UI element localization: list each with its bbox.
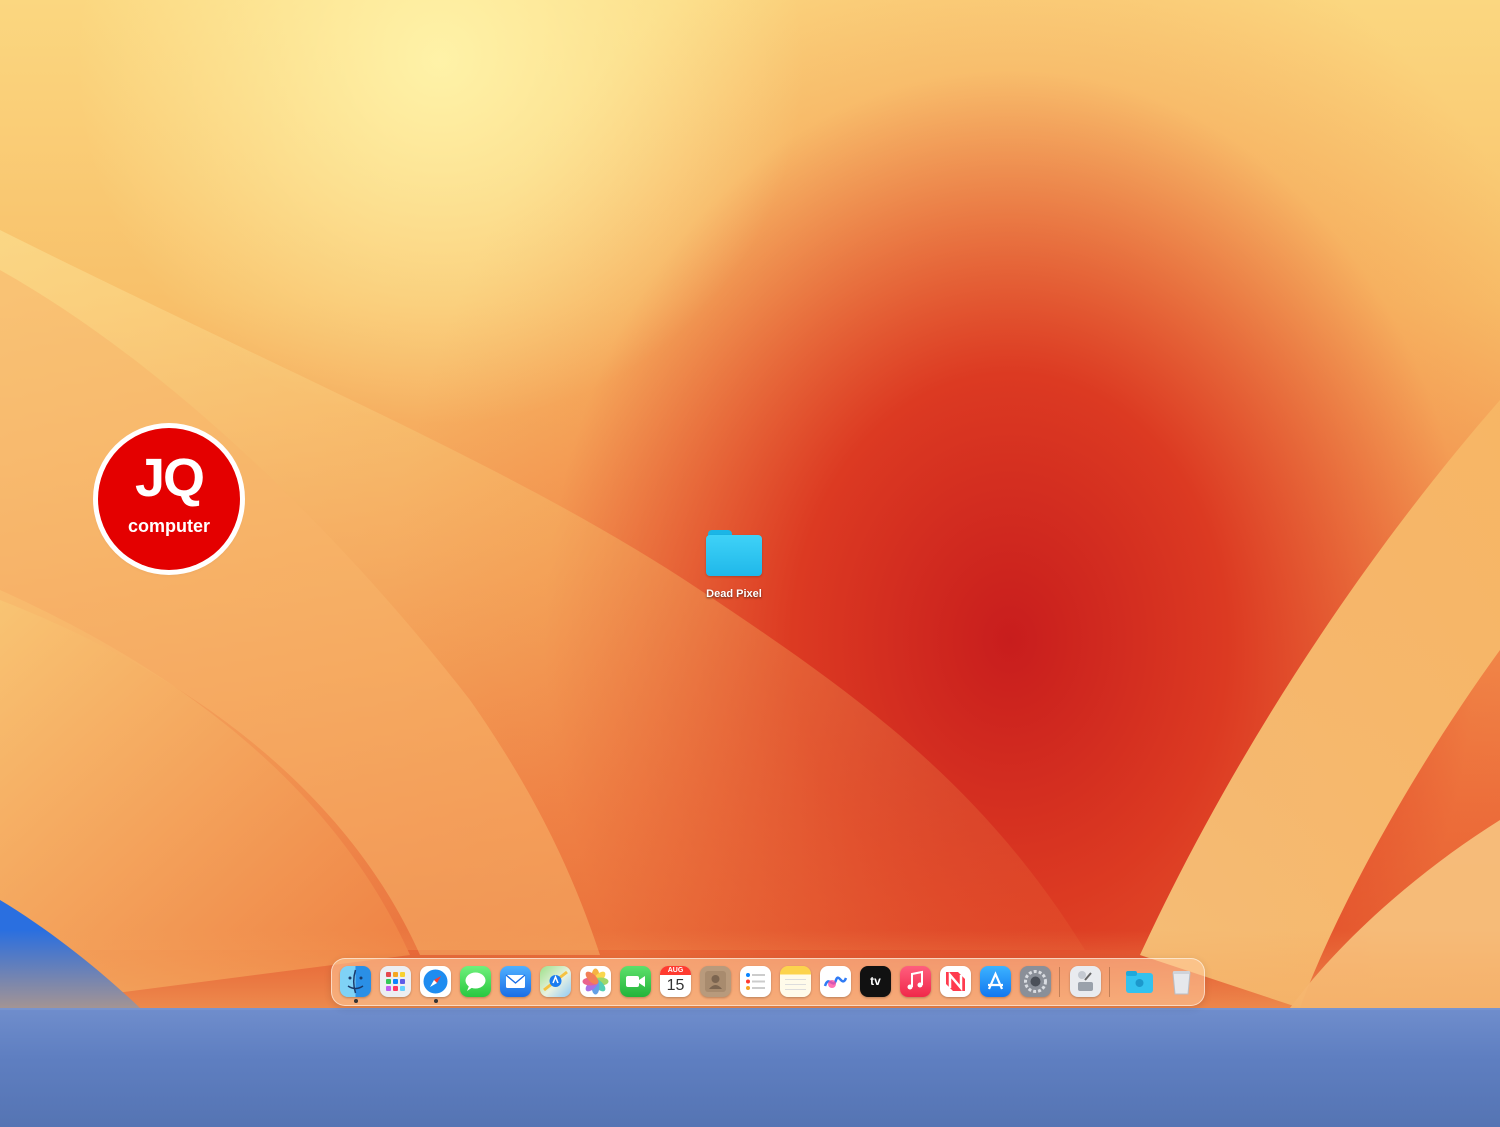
system-settings-icon[interactable] bbox=[1020, 966, 1051, 997]
safari-icon[interactable] bbox=[420, 966, 451, 997]
apple-tv-label: tv bbox=[870, 974, 881, 988]
music-icon[interactable] bbox=[900, 966, 931, 997]
app-store-icon[interactable] bbox=[980, 966, 1011, 997]
calendar-month: AUG bbox=[667, 967, 684, 974]
photos-icon[interactable] bbox=[580, 966, 611, 997]
maps-icon[interactable] bbox=[540, 966, 571, 997]
apple-tv-icon[interactable]: tv bbox=[860, 966, 891, 997]
finder-icon[interactable] bbox=[340, 966, 371, 997]
folder-icon bbox=[706, 530, 762, 576]
dock: AUG 15 tv bbox=[331, 958, 1205, 1006]
news-icon[interactable] bbox=[940, 966, 971, 997]
disk-utility-icon[interactable] bbox=[1070, 966, 1101, 997]
dock-separator-2 bbox=[1109, 967, 1110, 997]
trash-icon[interactable] bbox=[1166, 966, 1197, 997]
notes-icon[interactable] bbox=[780, 966, 811, 997]
monitor-bezel bbox=[0, 1008, 1500, 1127]
folder-label: Dead Pixel bbox=[706, 588, 762, 600]
finder-running-indicator bbox=[354, 999, 358, 1003]
facetime-icon[interactable] bbox=[620, 966, 651, 997]
messages-icon[interactable] bbox=[460, 966, 491, 997]
logo-main-text: JQ bbox=[134, 448, 205, 508]
mail-icon[interactable] bbox=[500, 966, 531, 997]
calendar-icon[interactable]: AUG 15 bbox=[660, 966, 691, 997]
freeform-icon[interactable] bbox=[820, 966, 851, 997]
reminders-icon[interactable] bbox=[740, 966, 771, 997]
dock-separator bbox=[1059, 967, 1060, 997]
calendar-day: 15 bbox=[666, 977, 685, 994]
safari-running-indicator bbox=[434, 999, 438, 1003]
downloads-folder-icon[interactable] bbox=[1124, 966, 1155, 997]
contacts-icon[interactable] bbox=[700, 966, 731, 997]
desktop-folder[interactable]: Dead Pixel bbox=[696, 530, 772, 600]
launchpad-icon[interactable] bbox=[380, 966, 411, 997]
logo-sub-text: computer bbox=[127, 516, 210, 536]
jq-computer-logo: JQ computer bbox=[98, 428, 240, 570]
